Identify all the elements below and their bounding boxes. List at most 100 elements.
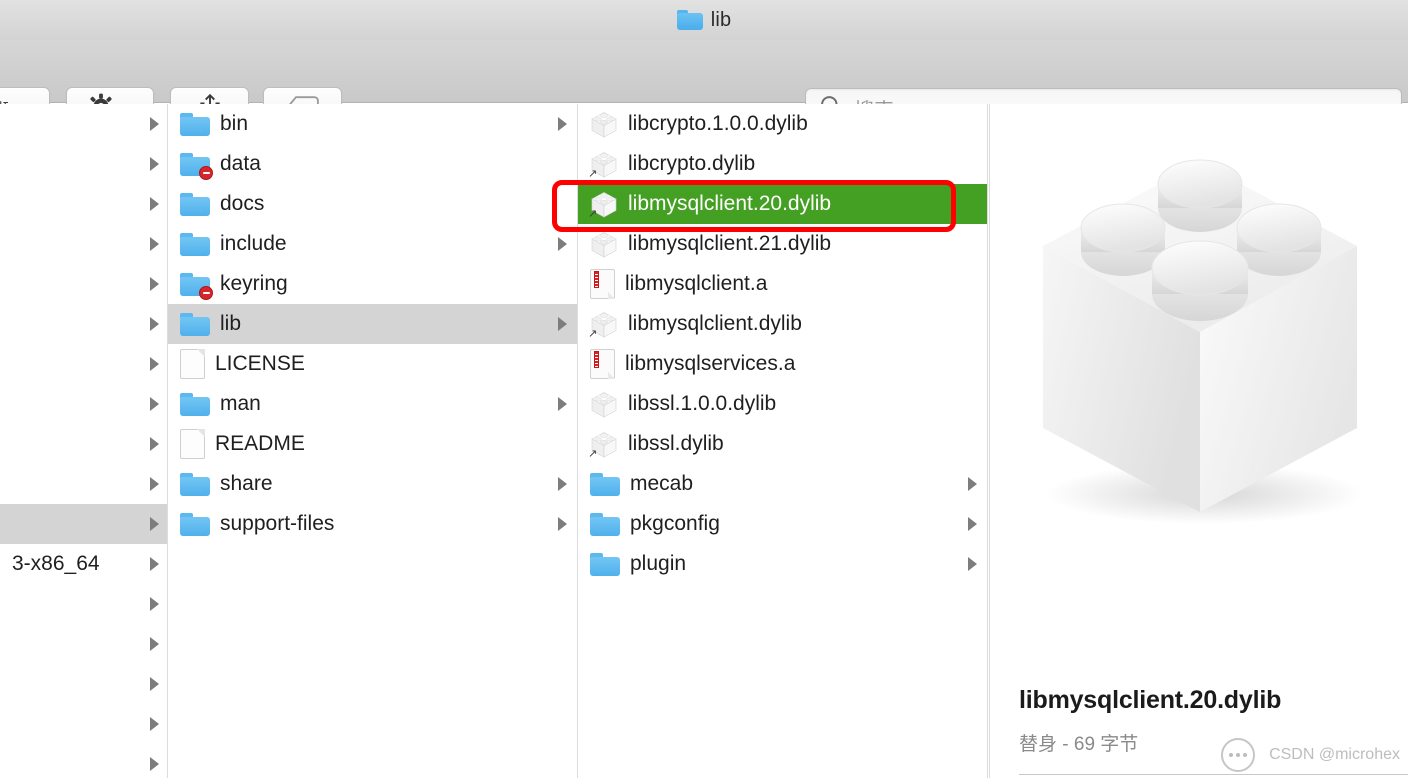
folder-icon [180,512,210,536]
column-row-partial[interactable] [0,424,167,464]
alias-badge-icon: ↗ [588,168,598,180]
column-row[interactable]: ↗ libmysqlclient.dylib [578,304,987,344]
column-row-partial[interactable] [0,664,167,704]
folder-icon [180,112,210,136]
column-row[interactable]: plugin [578,544,987,584]
column-row[interactable]: man [168,384,577,424]
preview-file-icon [990,112,1408,572]
folder-icon [180,152,213,180]
preview-pane: libmysqlclient.20.dylib 替身 - 69 字节 信息 CS… [989,104,1408,778]
column-row-partial[interactable] [0,744,167,778]
column-row-partial[interactable] [0,384,167,424]
row-label: pkgconfig [630,512,720,535]
folder-icon [180,312,210,336]
column-row[interactable]: lib [168,304,577,344]
disclosure-arrow-icon[interactable] [558,237,567,251]
disclosure-arrow-icon[interactable] [150,277,159,291]
column-row[interactable]: libssl.1.0.0.dylib [578,384,987,424]
column-row[interactable]: libcrypto.1.0.0.dylib [578,104,987,144]
disclosure-arrow-icon[interactable] [558,517,567,531]
disclosure-arrow-icon[interactable] [150,717,159,731]
row-label: libcrypto.dylib [628,152,756,175]
alias-badge-icon: ↗ [588,328,598,340]
disclosure-arrow-icon[interactable] [558,397,567,411]
column-row-partial[interactable] [0,224,167,264]
disclosure-arrow-icon[interactable] [150,397,159,411]
alias-badge-icon: ↗ [588,448,598,460]
disclosure-arrow-icon[interactable] [150,637,159,651]
column-row[interactable]: LICENSE [168,344,577,384]
column-current[interactable]: libcrypto.1.0.0.dylib ↗ libcrypto.dylib ↗ li… [578,104,988,778]
no-entry-badge-icon [199,285,213,300]
disclosure-arrow-icon[interactable] [150,237,159,251]
document-icon [180,349,205,379]
row-label: data [220,152,261,175]
column-row[interactable]: libmysqlclient.21.dylib [578,224,987,264]
folder-icon [180,472,210,496]
column-row[interactable]: include [168,224,577,264]
disclosure-arrow-icon[interactable] [150,197,159,211]
column-row-partial[interactable] [0,504,167,544]
column-row[interactable]: libmysqlclient.a [578,264,987,304]
preview-file-name: libmysqlclient.20.dylib [1019,686,1282,714]
row-label: share [220,472,273,495]
dylib-brick-icon: ↗ [588,150,618,180]
disclosure-arrow-icon[interactable] [150,317,159,331]
disclosure-arrow-icon[interactable] [150,477,159,491]
row-label: README [215,432,305,455]
folder-icon [180,232,210,256]
folder-icon [180,192,210,216]
column-row[interactable]: mecab [578,464,987,504]
disclosure-arrow-icon[interactable] [558,317,567,331]
row-label: libssl.1.0.0.dylib [628,392,777,415]
column-row-partial[interactable] [0,304,167,344]
disclosure-arrow-icon[interactable] [150,557,159,571]
column-row-partial[interactable] [0,264,167,304]
column-row-partial[interactable] [0,584,167,624]
document-icon [180,429,205,459]
column-row-partial[interactable] [0,184,167,224]
column-row[interactable]: docs [168,184,577,224]
column-row-partial[interactable] [0,704,167,744]
toolbar: 择 [0,40,1408,129]
disclosure-arrow-icon[interactable] [150,757,159,771]
column-row[interactable]: data [168,144,577,184]
column-ancestor[interactable]: 3-x86_64 [0,104,168,778]
column-row-partial[interactable] [0,344,167,384]
column-row[interactable]: ↗ libcrypto.dylib [578,144,987,184]
column-row[interactable]: ↗ libssl.dylib [578,424,987,464]
column-row-partial[interactable]: 3-x86_64 [0,544,167,584]
disclosure-arrow-icon[interactable] [968,557,977,571]
column-row[interactable]: README [168,424,577,464]
disclosure-arrow-icon[interactable] [150,157,159,171]
row-label: libssl.dylib [628,432,724,455]
disclosure-arrow-icon[interactable] [558,117,567,131]
column-row[interactable]: ↗ libmysqlclient.20.dylib [578,184,987,224]
disclosure-arrow-icon[interactable] [968,517,977,531]
column-parent[interactable]: bin data docs include keyring lib LICENSE man RE… [168,104,578,778]
dylib-brick-icon [590,230,618,258]
column-row[interactable]: libmysqlservices.a [578,344,987,384]
disclosure-arrow-icon[interactable] [150,597,159,611]
dylib-brick-icon [590,110,618,138]
watermark: CSDN @microhex [1221,738,1400,772]
disclosure-arrow-icon[interactable] [150,677,159,691]
disclosure-arrow-icon[interactable] [558,477,567,491]
column-row-partial[interactable] [0,464,167,504]
column-row[interactable]: support-files [168,504,577,544]
column-row[interactable]: share [168,464,577,504]
titlebar-folder-icon [676,10,703,30]
disclosure-arrow-icon[interactable] [150,437,159,451]
column-row[interactable]: pkgconfig [578,504,987,544]
column-row[interactable]: bin [168,104,577,144]
dylib-brick-icon: ↗ [588,430,618,460]
disclosure-arrow-icon[interactable] [150,357,159,371]
disclosure-arrow-icon[interactable] [150,517,159,531]
disclosure-arrow-icon[interactable] [968,477,977,491]
row-label: LICENSE [215,352,305,375]
disclosure-arrow-icon[interactable] [150,117,159,131]
column-row[interactable]: keyring [168,264,577,304]
column-row-partial[interactable] [0,144,167,184]
column-row-partial[interactable] [0,104,167,144]
column-row-partial[interactable] [0,624,167,664]
